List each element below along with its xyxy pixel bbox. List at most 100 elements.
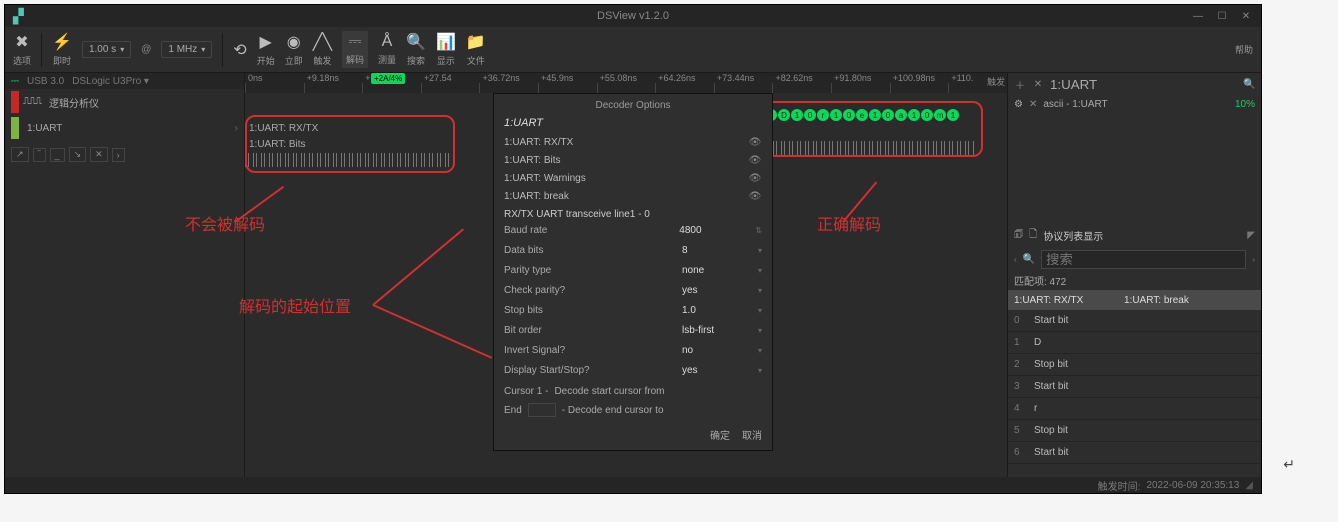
chevron-down-icon[interactable]: ▾ bbox=[758, 266, 762, 275]
options-button[interactable]: ✖ 选项 bbox=[13, 32, 31, 67]
trig-rise-button[interactable]: ↗ bbox=[11, 147, 29, 162]
end-cursor-slot[interactable] bbox=[528, 403, 556, 417]
table-row[interactable]: 0Start bit bbox=[1008, 310, 1261, 332]
param-check-parity[interactable]: Check parity?yes▾ bbox=[504, 280, 762, 300]
trig-high-button[interactable]: ‾ bbox=[33, 148, 46, 162]
decoder-row-break[interactable]: 1:UART: break👁 bbox=[504, 187, 762, 205]
paragraph-mark: ↵ bbox=[1283, 456, 1295, 473]
waveform-left bbox=[245, 153, 455, 167]
wave-area[interactable]: 1:UART: RX/TX 1:UART: Bits 0D10r10e10a10… bbox=[245, 93, 1007, 477]
sample-duration-select[interactable]: 1.00 s▾ bbox=[82, 41, 131, 58]
search-icon[interactable]: 🔍 bbox=[1023, 254, 1035, 265]
param-parity[interactable]: Parity typenone▾ bbox=[504, 260, 762, 280]
cursor-marker[interactable]: +2A/4% bbox=[371, 73, 405, 84]
main-body: ⎓ USB 3.0 DSLogic U3Pro ▾ ⎍⎍⎍ 逻辑分析仪 1:UA… bbox=[5, 73, 1261, 477]
close-icon[interactable]: ✕ bbox=[1029, 99, 1037, 110]
chevron-down-icon[interactable]: ▾ bbox=[758, 326, 762, 335]
trigger-button[interactable]: ╱╲触发 bbox=[313, 32, 332, 67]
export-icon[interactable]: 🗋 bbox=[1029, 227, 1037, 244]
device-bar: ⎓ USB 3.0 DSLogic U3Pro ▾ bbox=[5, 73, 244, 89]
save-icon[interactable]: 🗊 bbox=[1014, 227, 1023, 244]
chevron-down-icon[interactable]: ▾ bbox=[758, 246, 762, 255]
decode-icon: ⎓ bbox=[349, 33, 362, 51]
param-baud[interactable]: Baud rate4800⇅ bbox=[504, 220, 762, 240]
resize-grip-icon[interactable]: ◢ bbox=[1245, 480, 1253, 491]
display-button[interactable]: 📊显示 bbox=[436, 32, 456, 67]
decoder-channel-1[interactable]: 1:UART › bbox=[5, 115, 244, 141]
protocol-ascii-row[interactable]: ⚙ ✕ ascii - 1:UART 10% bbox=[1008, 95, 1261, 113]
instant-button[interactable]: ◉立即 bbox=[285, 32, 303, 67]
start-button[interactable]: ▶开始 bbox=[257, 32, 275, 67]
decoder-panel-title: Decoder Options bbox=[504, 100, 762, 111]
cancel-button[interactable]: 取消 bbox=[742, 427, 762, 442]
sample-rate-select[interactable]: 1 MHz▾ bbox=[161, 41, 212, 58]
eye-icon[interactable]: 👁 bbox=[748, 173, 762, 184]
table-row[interactable]: 3Start bit bbox=[1008, 376, 1261, 398]
chevron-down-icon[interactable]: ▾ bbox=[758, 346, 762, 355]
add-icon[interactable]: ＋ bbox=[1014, 77, 1026, 92]
table-row[interactable]: 5Stop bit bbox=[1008, 420, 1261, 442]
table-row[interactable]: 4r bbox=[1008, 398, 1261, 420]
chevron-left-icon[interactable]: ‹ bbox=[1014, 255, 1017, 264]
protocol-search-input[interactable] bbox=[1050, 77, 1237, 92]
eye-icon[interactable]: 👁 bbox=[748, 137, 762, 148]
ok-button[interactable]: 确定 bbox=[710, 427, 730, 442]
usb-icon: ⎓ bbox=[11, 76, 19, 87]
param-bit-order[interactable]: Bit orderlsb-first▾ bbox=[504, 320, 762, 340]
chevron-right-icon[interactable]: › bbox=[1252, 255, 1255, 264]
table-row[interactable]: 2Stop bit bbox=[1008, 354, 1261, 376]
decode-range-to[interactable]: End - Decode end cursor to bbox=[504, 403, 762, 417]
chevron-down-icon[interactable]: ▾ bbox=[758, 366, 762, 375]
file-button[interactable]: 📁文件 bbox=[466, 32, 486, 67]
minimize-button[interactable]: — bbox=[1187, 8, 1209, 24]
param-databits[interactable]: Data bits8▾ bbox=[504, 240, 762, 260]
table-row[interactable]: 1D bbox=[1008, 332, 1261, 354]
param-display-startstop[interactable]: Display Start/Stop?yes▾ bbox=[504, 360, 762, 380]
search-icon[interactable]: 🔍 bbox=[1243, 79, 1255, 90]
eye-icon[interactable]: 👁 bbox=[748, 155, 762, 166]
chevron-right-icon: › bbox=[235, 123, 238, 134]
col-header-2[interactable]: 1:UART: break bbox=[1124, 295, 1255, 306]
gear-icon[interactable]: ⚙ bbox=[1014, 99, 1023, 110]
measure-button[interactable]: Å测量 bbox=[378, 33, 396, 66]
search-button[interactable]: 🔍搜索 bbox=[406, 32, 426, 67]
protocol-table: 1:UART: RX/TX 1:UART: break 0Start bit 1… bbox=[1008, 290, 1261, 464]
trig-low-button[interactable]: _ bbox=[50, 148, 65, 162]
repeat-button[interactable]: ⟲ bbox=[233, 40, 246, 60]
trig-fall-button[interactable]: ↘ bbox=[69, 147, 87, 162]
decode-range-from[interactable]: Cursor 1 - Decode start cursor from bbox=[504, 386, 762, 397]
protocol-add-row: ＋ ✕ 🔍 bbox=[1008, 73, 1261, 95]
waveform-panel: 0ns +9.18ns +18.36ns +27.54 +36.72ns +45… bbox=[245, 73, 1007, 477]
close-button[interactable]: ✕ bbox=[1235, 8, 1257, 24]
stepper-icon[interactable]: ⇅ bbox=[755, 226, 762, 235]
device-select[interactable]: DSLogic U3Pro ▾ bbox=[72, 76, 238, 87]
decoder-row-warnings[interactable]: 1:UART: Warnings👁 bbox=[504, 169, 762, 187]
col-header-1[interactable]: 1:UART: RX/TX bbox=[1014, 295, 1124, 306]
search-icon: 🔍 bbox=[406, 32, 426, 52]
decoder-signal-line[interactable]: RX/TX UART transceive line1 - 0 bbox=[504, 209, 762, 220]
trig-menu-button[interactable]: › bbox=[112, 148, 125, 162]
lightning-icon: ⚡ bbox=[52, 32, 72, 52]
trig-close-button[interactable]: ✕ bbox=[90, 147, 108, 162]
close-icon[interactable]: ✕ bbox=[1032, 79, 1044, 90]
send-icon[interactable]: ◤ bbox=[1247, 230, 1255, 241]
maximize-button[interactable]: ☐ bbox=[1211, 8, 1233, 24]
measure-icon: Å bbox=[382, 33, 393, 51]
param-invert[interactable]: Invert Signal?no▾ bbox=[504, 340, 762, 360]
decoder-row-bits[interactable]: 1:UART: Bits👁 bbox=[504, 151, 762, 169]
chevron-down-icon[interactable]: ▾ bbox=[758, 306, 762, 315]
time-ruler[interactable]: 0ns +9.18ns +18.36ns +27.54 +36.72ns +45… bbox=[245, 73, 1007, 93]
decoder-row-rxtx[interactable]: 1:UART: RX/TX👁 bbox=[504, 133, 762, 151]
mode-button[interactable]: ⚡ 即时 bbox=[52, 32, 72, 67]
eye-icon[interactable]: 👁 bbox=[748, 191, 762, 202]
param-stop-bits[interactable]: Stop bits1.0▾ bbox=[504, 300, 762, 320]
table-header[interactable]: 1:UART: RX/TX 1:UART: break bbox=[1008, 290, 1261, 310]
channel-0[interactable]: ⎍⎍⎍ 逻辑分析仪 bbox=[5, 89, 244, 115]
list-search-input[interactable] bbox=[1041, 250, 1246, 269]
chevron-down-icon[interactable]: ▾ bbox=[758, 286, 762, 295]
eye-icon: ◉ bbox=[287, 32, 301, 52]
table-row[interactable]: 6Start bit bbox=[1008, 442, 1261, 464]
help-button[interactable]: 帮助 bbox=[1235, 43, 1253, 56]
decode-button[interactable]: ⎓解码 bbox=[342, 31, 368, 68]
decode-row-rxtx: 1:UART: RX/TX bbox=[249, 123, 318, 134]
